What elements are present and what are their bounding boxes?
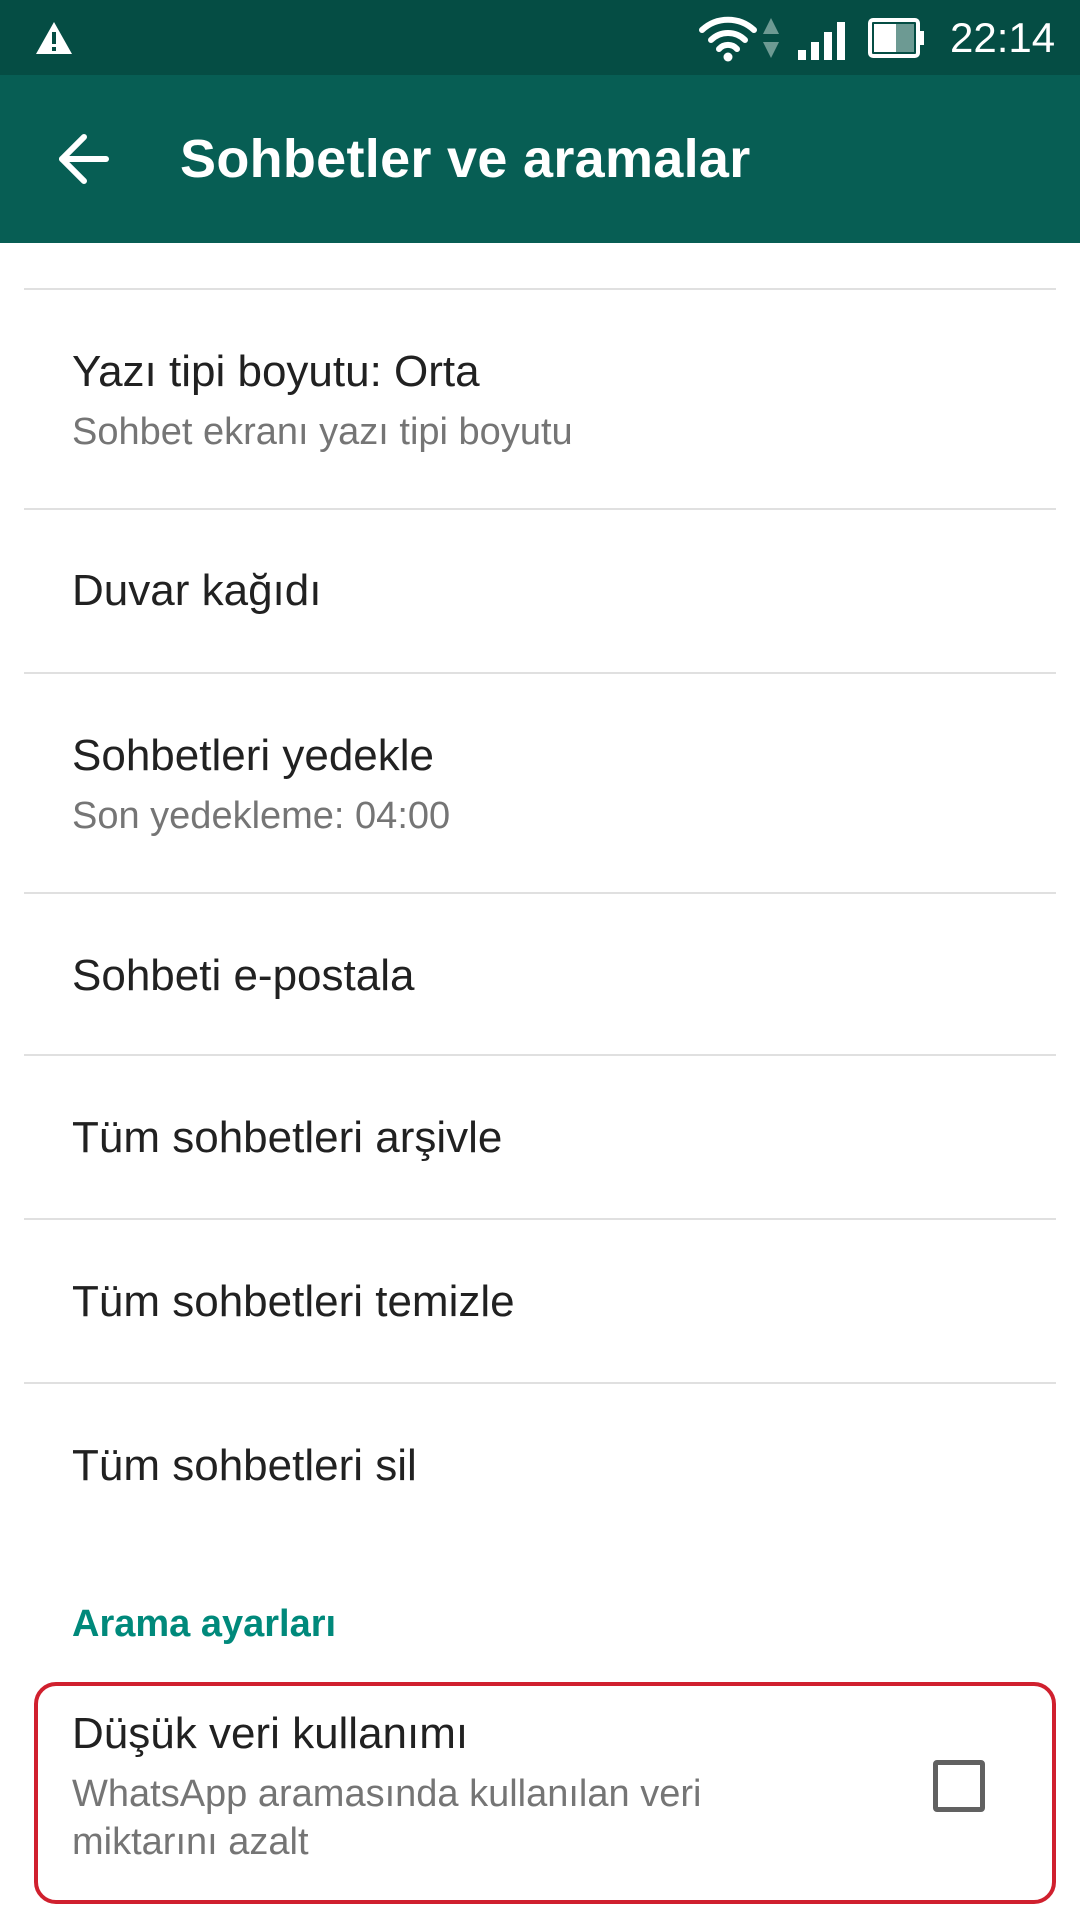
setting-wallpaper[interactable]: Duvar kağıdı (0, 510, 1080, 672)
status-bar: 22:14 (0, 0, 1080, 75)
section-header-call-settings: Arama ayarları (72, 1603, 337, 1645)
signal-icon (798, 22, 845, 60)
status-time: 22:14 (950, 14, 1056, 61)
page-title: Sohbetler ve aramalar (180, 129, 751, 189)
setting-clear-all[interactable]: Tüm sohbetleri temizle (0, 1220, 1080, 1382)
app-bar: Sohbetler ve aramalar (0, 75, 1080, 243)
setting-font-size[interactable]: Yazı tipi boyutu: Orta Sohbet ekranı yaz… (0, 290, 1080, 508)
low-data-checkbox[interactable] (933, 1760, 985, 1812)
setting-font-size-title: Yazı tipi boyutu: Orta (72, 347, 480, 396)
setting-email-chat[interactable]: Sohbeti e-postala (0, 894, 1080, 1054)
battery-icon (868, 18, 924, 58)
setting-low-data-usage[interactable]: Düşük veri kullanımı WhatsApp aramasında… (0, 1690, 1080, 1900)
setting-wallpaper-title: Duvar kağıdı (72, 566, 322, 615)
setting-backup-title: Sohbetleri yedekle (72, 731, 435, 780)
arrow-left-icon[interactable] (56, 131, 112, 187)
warning-icon (36, 22, 72, 54)
setting-font-size-subtitle: Sohbet ekranı yazı tipi boyutu (72, 411, 573, 453)
setting-low-data-subtitle-line1: WhatsApp aramasında kullanılan veri (72, 1773, 702, 1815)
setting-clear-all-title: Tüm sohbetleri temizle (72, 1277, 515, 1326)
setting-low-data-title: Düşük veri kullanımı (72, 1709, 469, 1758)
data-updown-icon (763, 18, 779, 58)
setting-email-chat-title: Sohbeti e-postala (72, 951, 415, 1000)
setting-backup[interactable]: Sohbetleri yedekle Son yedekleme: 04:00 (0, 674, 1080, 892)
setting-delete-all-title: Tüm sohbetleri sil (72, 1441, 417, 1490)
wifi-icon (699, 16, 757, 62)
setting-archive-all-title: Tüm sohbetleri arşivle (72, 1113, 503, 1162)
setting-delete-all[interactable]: Tüm sohbetleri sil (0, 1384, 1080, 1546)
setting-archive-all[interactable]: Tüm sohbetleri arşivle (0, 1056, 1080, 1218)
setting-backup-subtitle: Son yedekleme: 04:00 (72, 795, 451, 837)
setting-low-data-subtitle-line2: miktarını azalt (72, 1821, 309, 1863)
